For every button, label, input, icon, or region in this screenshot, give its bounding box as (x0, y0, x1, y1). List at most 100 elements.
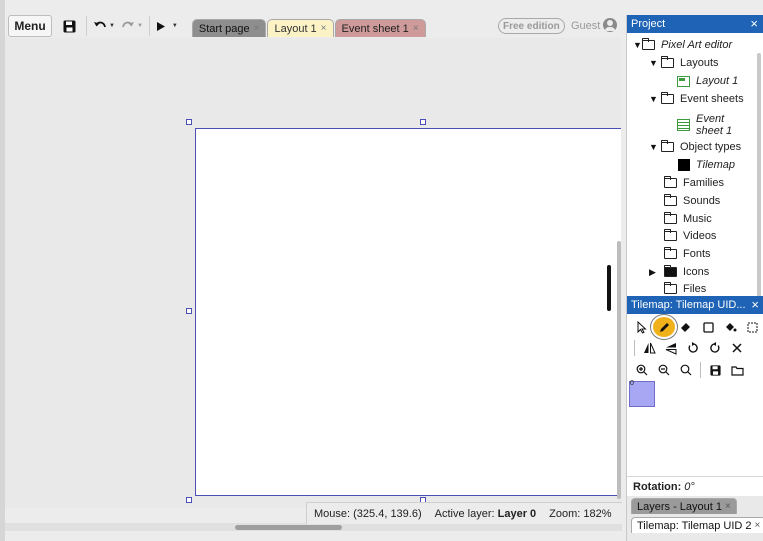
resize-handle-bottom-left[interactable] (186, 497, 192, 503)
preview-button[interactable]: ▼ (156, 15, 178, 37)
redo-dropdown-arrow[interactable]: ▼ (137, 23, 143, 29)
tree-label: Videos (683, 230, 717, 242)
tree-label: Object types (680, 141, 742, 153)
redo-button[interactable]: ▼ (121, 15, 143, 37)
tab-close-icon[interactable]: × (755, 520, 761, 531)
expand-triangle-icon[interactable]: ▼ (633, 40, 642, 50)
tab-event-sheet-1[interactable]: Event sheet 1 × (334, 19, 426, 37)
tree-item-fonts[interactable]: Fonts (664, 245, 711, 263)
paint-bucket-icon (725, 323, 736, 332)
tree-item-layout-1[interactable]: Layout 1 (677, 72, 738, 90)
rectangle-tool[interactable] (697, 317, 719, 337)
resize-handle-middle-left[interactable] (186, 308, 192, 314)
tree-item-music[interactable]: Music (664, 210, 712, 228)
tree-item-videos[interactable]: Videos (664, 227, 716, 245)
tab-start-page[interactable]: Start page × (191, 19, 267, 37)
tab-close-icon[interactable]: × (321, 23, 327, 34)
save-icon (63, 20, 75, 32)
tree-label: Files (683, 283, 707, 295)
open-tileset-tool[interactable] (726, 360, 748, 380)
rotation-indicator: Rotation: 0° (627, 476, 763, 496)
tree-item-tilemap[interactable]: Tilemap (678, 156, 735, 174)
selection-box-icon (747, 322, 757, 332)
expand-triangle-icon[interactable]: ▼ (649, 58, 658, 68)
folder-icon (664, 282, 677, 294)
reset-transform-tool[interactable] (726, 338, 748, 358)
zoom-level: Zoom: 182% (549, 507, 612, 520)
tree-item-event-sheet-1[interactable]: Event sheet 1 (677, 111, 732, 139)
tree-label: Event sheets (680, 93, 744, 105)
tile-index-label: 0 (630, 380, 634, 387)
folder-icon (664, 229, 677, 241)
tab-close-icon[interactable]: × (254, 23, 260, 34)
zoom-out-tool[interactable] (653, 360, 675, 380)
tree-item-event-sheets[interactable]: ▼ Event sheets (649, 90, 744, 108)
eraser-icon (681, 323, 690, 332)
tree-item-icons[interactable]: ▶ Icons (649, 263, 709, 281)
layout-area[interactable] (195, 128, 621, 496)
tab-layout-1[interactable]: Layout 1 × (267, 19, 334, 37)
tree-item-object-types[interactable]: ▼ Object types (649, 138, 741, 156)
select-tool[interactable] (631, 317, 653, 337)
fill-tool[interactable] (719, 317, 741, 337)
preview-dropdown-arrow[interactable]: ▼ (172, 23, 178, 29)
tab-close-icon[interactable]: × (413, 23, 419, 34)
user-avatar-icon[interactable] (603, 18, 617, 32)
folder-icon (664, 265, 677, 277)
tree-item-root[interactable]: ▼ Pixel Art editor (633, 36, 732, 54)
resize-handle-top-left[interactable] (186, 119, 192, 125)
marquee-tool[interactable] (741, 317, 763, 337)
horizontal-scrollbar-thumb[interactable] (235, 525, 342, 530)
mouse-position: Mouse: (325.4, 139.6) (314, 507, 422, 520)
menu-button[interactable]: Menu (8, 15, 52, 37)
layout-canvas[interactable] (5, 38, 621, 508)
eraser-tool[interactable] (675, 317, 697, 337)
expand-triangle-icon[interactable]: ▼ (649, 94, 658, 104)
close-icon[interactable]: × (750, 16, 758, 31)
folder-icon (661, 56, 674, 68)
active-layer: Active layer: Layer 0 (434, 507, 537, 520)
right-sidebar: Project × ▼ Pixel Art editor ▼ Layouts L… (626, 15, 763, 541)
tab-label: Start page (198, 22, 250, 35)
rotate-cw-tool[interactable] (704, 338, 726, 358)
tree-item-sounds[interactable]: Sounds (664, 192, 720, 210)
tilemap-panel-title: Tilemap: Tilemap UID... (631, 299, 746, 311)
close-icon[interactable]: × (751, 297, 759, 312)
zoom-in-tool[interactable] (631, 360, 653, 380)
zoom-reset-tool[interactable] (675, 360, 697, 380)
tree-label: Sounds (683, 195, 721, 207)
rotate-right-icon (710, 342, 720, 353)
pencil-icon (659, 322, 669, 332)
folder-icon (664, 176, 677, 188)
folder-icon (664, 194, 677, 206)
tree-label: Tilemap (696, 159, 736, 171)
free-edition-badge[interactable]: Free edition (498, 18, 565, 34)
project-tree-scrollbar[interactable] (757, 53, 761, 303)
tilemap-tool-row-2 (631, 338, 748, 358)
undo-button[interactable]: ▼ (93, 15, 115, 37)
redo-icon (122, 21, 134, 28)
user-label[interactable]: Guest (571, 20, 600, 32)
tab-label: Layout 1 (274, 22, 317, 35)
bottom-tab-strip: Layers - Layout 1 × Tilemap: Tilemap UID… (627, 496, 763, 541)
save-tileset-tool[interactable] (704, 360, 726, 380)
resize-handle-top-center[interactable] (420, 119, 426, 125)
expand-triangle-icon[interactable]: ▼ (649, 142, 658, 152)
flip-horizontal-icon (643, 342, 656, 354)
tree-item-layouts[interactable]: ▼ Layouts (649, 54, 719, 72)
rotate-ccw-tool[interactable] (682, 338, 704, 358)
collapse-triangle-icon[interactable]: ▶ (649, 267, 658, 278)
toolbar-separator (148, 16, 150, 36)
tab-close-icon[interactable]: × (725, 501, 731, 512)
flip-horizontal-tool[interactable] (638, 338, 660, 358)
tab-tilemap[interactable]: Tilemap: Tilemap UID 2 × (631, 517, 763, 533)
vertical-scrollbar[interactable] (617, 241, 621, 499)
flip-vertical-tool[interactable] (660, 338, 682, 358)
pencil-tool[interactable] (653, 317, 675, 337)
vertical-scrollbar-thumb[interactable] (607, 265, 611, 311)
tab-layers[interactable]: Layers - Layout 1 × (631, 498, 737, 514)
tree-item-families[interactable]: Families (664, 174, 724, 192)
rotation-label: Rotation: (633, 480, 682, 493)
undo-dropdown-arrow[interactable]: ▼ (109, 23, 115, 29)
save-button[interactable] (58, 15, 80, 37)
